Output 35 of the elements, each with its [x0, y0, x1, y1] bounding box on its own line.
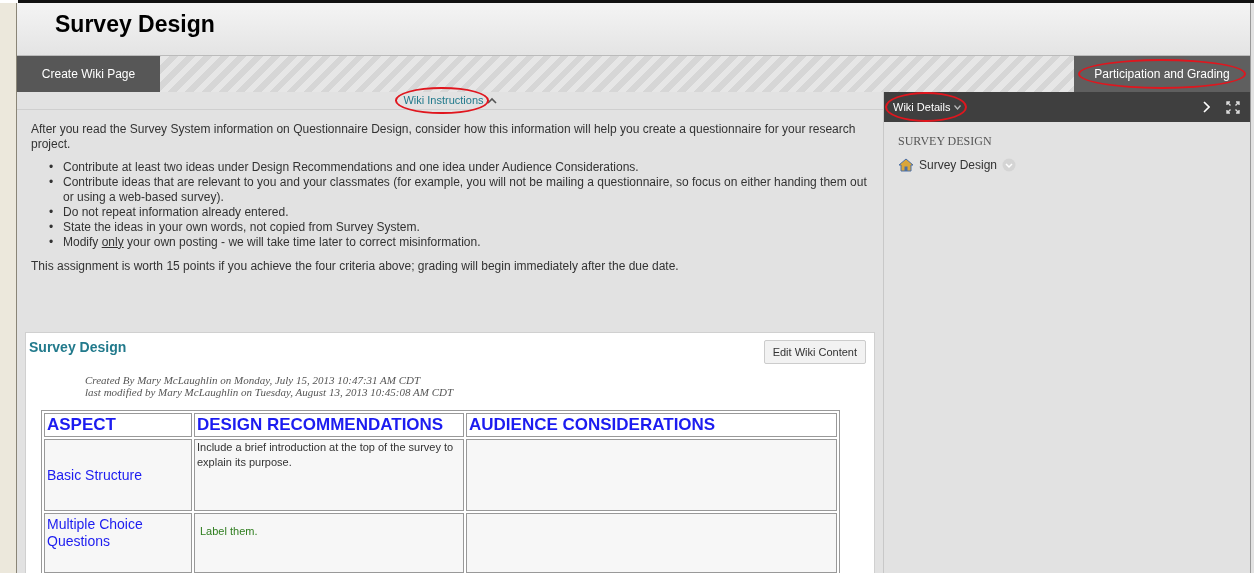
instruction-paragraph: This assignment is worth 15 points if you achieve the four criteria above; grading will begin immediately after the due date. — [31, 258, 680, 274]
table-cell: Multiple Choice Questions — [44, 513, 192, 573]
column-header: AUDIENCE CONSIDERATIONS — [466, 413, 837, 437]
column-header: DESIGN RECOMMENDATIONS — [194, 413, 464, 437]
toolbar-button[interactable]: Create Wiki Page — [17, 56, 160, 92]
expand-icon[interactable] — [1226, 100, 1240, 114]
instructions-toggle[interactable]: Wiki Instructions — [403, 92, 484, 109]
caret-down-icon[interactable] — [954, 104, 962, 110]
table-cell: Label them. — [194, 513, 464, 573]
bullet-marker: • — [49, 219, 55, 235]
bullet-marker: • — [49, 174, 55, 191]
section-title: SURVEY DESIGN — [898, 133, 993, 150]
metadata-line: last modified by Mary McLaughlin on Tuesday, August 13, 2013 10:45:08 AM CDT — [85, 386, 455, 398]
bullet-item: Do not repeat information already entered. — [63, 204, 289, 220]
panel-dropdown[interactable]: Wiki Details — [893, 98, 951, 116]
bullet-marker: • — [49, 159, 55, 175]
bullet-marker: • — [49, 204, 55, 220]
home-icon — [898, 158, 914, 172]
table-cell: Include a brief introduction at the top of the survey to explain its purpose. — [194, 439, 464, 511]
chevron-right-icon[interactable] — [1203, 101, 1210, 113]
bullet-item: Contribute at least two ideas under Design Recommendations and one idea under Audience Considerations. — [63, 159, 639, 175]
wiki-page-title[interactable]: Survey Design — [29, 336, 127, 358]
bullet-item: Contribute ideas that are relevant to you and your classmates (for example, you will not be mailing a questionnaire, so focus on either handing them out or using a web-based survey). — [63, 174, 868, 205]
bullet-marker: • — [49, 234, 55, 250]
bullet-item: Modify only your own posting - we will take time later to correct misinformation. — [63, 234, 481, 250]
toolbar-button[interactable]: Participation and Grading — [1074, 56, 1250, 92]
metadata-line: Created By Mary McLaughlin on Monday, July 15, 2013 10:47:31 AM CDT — [85, 374, 422, 386]
edit-content-button[interactable]: Edit Wiki Content — [763, 339, 866, 364]
table-cell: Basic Structure — [44, 439, 192, 511]
page-title: Survey Design — [55, 10, 215, 39]
caret-up-icon[interactable] — [486, 96, 497, 104]
page-link[interactable]: Survey Design — [919, 156, 998, 174]
bullet-item: State the ideas in your own words, not copied from Survey System. — [63, 219, 420, 235]
column-header: ASPECT — [44, 413, 192, 437]
instruction-paragraph: After you read the Survey System information on Questionnaire Design, consider how this information will help you create a questionnaire for your research project. — [31, 121, 857, 152]
